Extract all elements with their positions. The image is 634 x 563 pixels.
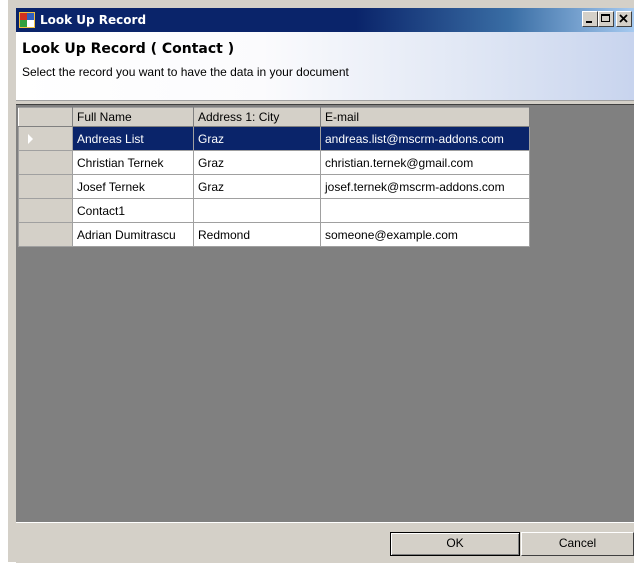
cell-email[interactable]: josef.ternek@mscrm-addons.com <box>320 174 530 199</box>
row-header[interactable] <box>18 126 73 151</box>
records-table: Full Name Address 1: City E-mail Andreas… <box>18 107 530 247</box>
dialog-footer: OK Cancel <box>16 522 634 563</box>
cell-email[interactable]: christian.ternek@gmail.com <box>320 150 530 175</box>
row-header[interactable] <box>18 222 73 247</box>
lookup-dialog: Look Up Record Look Up Record ( Contact … <box>0 0 634 563</box>
close-icon <box>619 14 628 23</box>
cell-full-name[interactable]: Andreas List <box>72 126 194 151</box>
minimize-button[interactable] <box>582 11 598 27</box>
cell-email[interactable] <box>320 198 530 223</box>
current-row-arrow-icon <box>28 134 33 145</box>
cell-city[interactable]: Graz <box>193 150 321 175</box>
row-header[interactable] <box>18 150 73 175</box>
cell-full-name[interactable]: Christian Ternek <box>72 150 194 175</box>
cell-city[interactable] <box>193 198 321 223</box>
table-row[interactable]: Adrian Dumitrascu Redmond someone@exampl… <box>18 222 530 247</box>
close-button[interactable] <box>616 11 632 27</box>
table-row[interactable]: Contact1 <box>18 198 530 223</box>
records-grid[interactable]: Full Name Address 1: City E-mail Andreas… <box>16 104 634 523</box>
ok-button[interactable]: OK <box>390 532 520 556</box>
column-header-email[interactable]: E-mail <box>320 107 530 127</box>
minimize-icon <box>586 21 592 23</box>
row-header-corner[interactable] <box>18 107 73 127</box>
cell-email[interactable]: andreas.list@mscrm-addons.com <box>320 126 530 151</box>
header-title: Look Up Record ( Contact ) <box>22 41 235 57</box>
cell-full-name[interactable]: Contact1 <box>72 198 194 223</box>
row-header[interactable] <box>18 198 73 223</box>
window-title: Look Up Record <box>40 13 147 27</box>
cell-city[interactable]: Graz <box>193 174 321 199</box>
header-panel: Look Up Record ( Contact ) Select the re… <box>16 32 634 101</box>
cell-full-name[interactable]: Adrian Dumitrascu <box>72 222 194 247</box>
column-header-full-name[interactable]: Full Name <box>72 107 194 127</box>
cell-city[interactable]: Redmond <box>193 222 321 247</box>
table-row[interactable]: Christian Ternek Graz christian.ternek@g… <box>18 150 530 175</box>
header-subtitle: Select the record you want to have the d… <box>22 65 349 79</box>
app-window-icon <box>19 12 35 28</box>
title-bar[interactable]: Look Up Record <box>16 8 634 32</box>
cell-email[interactable]: someone@example.com <box>320 222 530 247</box>
table-row[interactable]: Josef Ternek Graz josef.ternek@mscrm-add… <box>18 174 530 199</box>
row-header[interactable] <box>18 174 73 199</box>
table-header-row: Full Name Address 1: City E-mail <box>18 107 530 127</box>
table-row[interactable]: Andreas List Graz andreas.list@mscrm-add… <box>18 126 530 151</box>
cell-full-name[interactable]: Josef Ternek <box>72 174 194 199</box>
maximize-icon <box>601 14 610 22</box>
cell-city[interactable]: Graz <box>193 126 321 151</box>
column-header-city[interactable]: Address 1: City <box>193 107 321 127</box>
maximize-button[interactable] <box>598 11 614 27</box>
cancel-button[interactable]: Cancel <box>521 532 634 556</box>
